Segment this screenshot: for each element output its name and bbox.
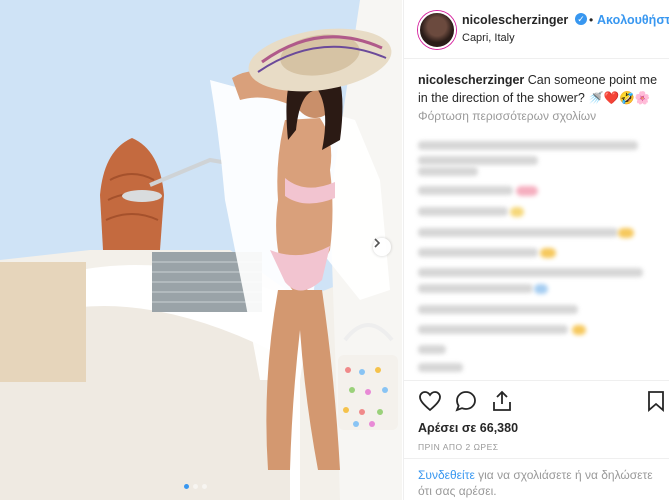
blurred-comment-line xyxy=(418,284,533,293)
carousel-next-button[interactable] xyxy=(373,238,391,256)
username-link[interactable]: nicolescherzinger xyxy=(462,13,568,27)
photo-illustration xyxy=(0,0,402,500)
chevron-right-icon xyxy=(374,238,381,248)
post-photo[interactable] xyxy=(0,0,402,500)
location-link[interactable]: Capri, Italy xyxy=(462,32,515,44)
share-icon[interactable] xyxy=(490,389,514,413)
blurred-comment-line xyxy=(418,268,643,277)
blurred-comment-line xyxy=(418,345,446,354)
carousel-dot xyxy=(193,484,198,489)
blurred-comment-line xyxy=(418,156,538,165)
blurred-comment-line xyxy=(418,141,638,150)
blurred-emoji xyxy=(572,325,586,335)
carousel-indicator xyxy=(184,484,207,489)
post-timestamp[interactable]: ΠΡΙΝ ΑΠΟ 2 ΩΡΕΣ xyxy=(418,442,499,452)
blurred-comment-line xyxy=(418,248,538,257)
blurred-comment-line xyxy=(418,207,508,216)
avatar[interactable] xyxy=(418,11,456,49)
blurred-comment-line xyxy=(418,363,463,372)
follow-button[interactable]: Ακολουθήστε xyxy=(597,13,669,27)
post-actions: Αρέσει σε 66,380 ΠΡΙΝ ΑΠΟ 2 ΩΡΕΣ xyxy=(404,380,669,452)
carousel-dot xyxy=(202,484,207,489)
heart-icon[interactable] xyxy=(418,389,442,413)
login-prompt: Συνδεθείτε για να σχολιάσετε ή να δηλώσε… xyxy=(404,458,669,501)
blurred-emoji xyxy=(534,284,548,294)
caption-username-link[interactable]: nicolescherzinger xyxy=(418,73,524,87)
comment-icon[interactable] xyxy=(454,389,478,413)
login-link[interactable]: Συνδεθείτε xyxy=(418,468,475,482)
likes-count[interactable]: Αρέσει σε 66,380 xyxy=(418,421,518,435)
blurred-comment-line xyxy=(418,167,478,176)
blurred-emoji xyxy=(618,228,634,238)
post-header: nicolescherzinger ✓ • Ακολουθήστε Capri,… xyxy=(404,0,669,59)
verified-badge-icon: ✓ xyxy=(575,13,587,25)
blurred-comment-line xyxy=(418,325,568,334)
caption: nicolescherzinger Can someone point me i… xyxy=(418,71,658,107)
load-more-comments-button[interactable]: Φόρτωση περισσότερων σχολίων xyxy=(418,109,596,123)
blurred-emoji xyxy=(540,248,556,258)
carousel-dot xyxy=(184,484,189,489)
login-prompt-text: Συνδεθείτε για να σχολιάσετε ή να δηλώσε… xyxy=(418,467,658,499)
blurred-emoji xyxy=(516,186,538,196)
bookmark-icon[interactable] xyxy=(644,389,668,413)
separator-dot: • xyxy=(589,13,594,27)
blurred-comment-line xyxy=(418,186,513,195)
blurred-emoji xyxy=(510,207,524,217)
blurred-comment-line xyxy=(418,305,578,314)
post-sidebar: nicolescherzinger ✓ • Ακολουθήστε Capri,… xyxy=(403,0,669,500)
blurred-comment-line xyxy=(418,228,618,237)
